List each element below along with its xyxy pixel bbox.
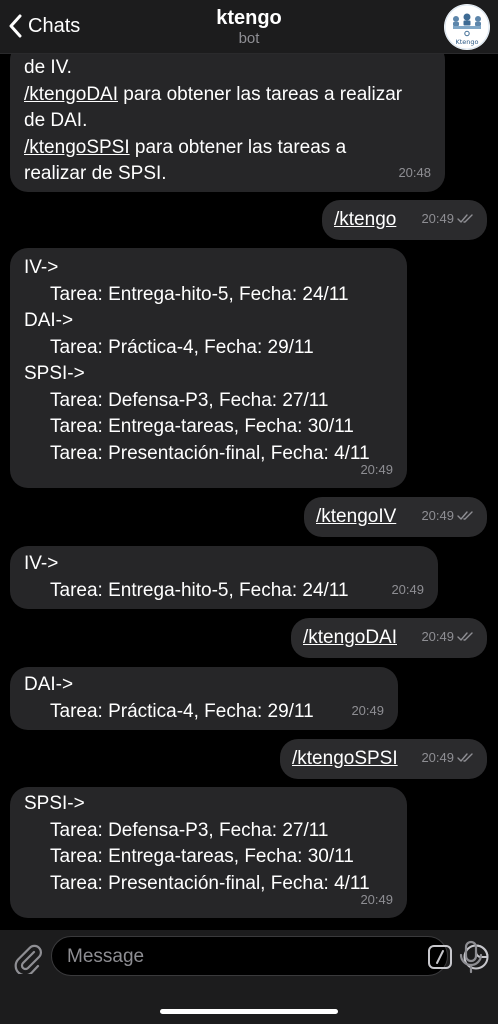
- message-line: IV->: [24, 553, 59, 574]
- avatar-text: Ktengo: [455, 38, 478, 46]
- attach-icon[interactable]: [12, 942, 42, 974]
- command-link[interactable]: /ktengoDAI: [303, 625, 397, 652]
- bot-logo: Ktengo: [444, 4, 490, 50]
- message-line: Tarea: Defensa-P3, Fecha: 27/11: [50, 389, 329, 411]
- message-line: IV->: [24, 257, 59, 278]
- message-bubble-incoming: IV-> Tarea: Entrega-hito-5, Fecha: 24/11…: [10, 248, 407, 488]
- message-line: realizar de SPSI.: [24, 163, 167, 184]
- message-placeholder: Message: [67, 946, 145, 967]
- message-line: DAI->: [24, 310, 74, 331]
- message-line: Tarea: Entrega-tareas, Fecha: 30/11: [50, 416, 354, 437]
- message-input[interactable]: Message: [51, 936, 489, 976]
- command-link[interactable]: /ktengoSPSI: [292, 746, 398, 773]
- command-link[interactable]: /ktengoIV: [316, 504, 396, 531]
- message-line: Tarea: Entrega-tareas, Fecha: 30/11: [50, 846, 354, 867]
- bot-command-icon[interactable]: [427, 944, 453, 970]
- message-bubble-incoming: DAI-> Tarea: Práctica-4, Fecha: 29/11 20…: [10, 667, 398, 730]
- message-time: 20:49: [351, 702, 384, 718]
- message-time: 20:49: [421, 745, 475, 772]
- read-ticks-icon: [457, 632, 473, 641]
- message-time: 20:49: [391, 581, 424, 597]
- command-link[interactable]: /ktengoDAI: [24, 84, 118, 105]
- message-bubble-incoming: SPSI-> Tarea: Defensa-P3, Fecha: 27/11 T…: [10, 787, 407, 918]
- message-line: Tarea: Práctica-4, Fecha: 29/11: [50, 336, 314, 358]
- message-line: SPSI->: [24, 363, 85, 384]
- composer-bar: Message: [0, 930, 498, 1024]
- message-line: Tarea: Presentación-final, Fecha: 4/11: [50, 872, 370, 894]
- chat-title: ktengo: [216, 7, 282, 29]
- message-line: Tarea: Presentación-final, Fecha: 4/11: [50, 442, 370, 464]
- message-bubble-outgoing: /ktengo 20:49: [322, 200, 487, 240]
- message-time: 20:48: [398, 164, 431, 180]
- command-link[interactable]: /ktengo: [334, 207, 396, 234]
- chat-subtitle: bot: [238, 30, 260, 47]
- command-link[interactable]: /ktengoSPSI: [24, 137, 130, 158]
- chat-title-block[interactable]: ktengo bot: [0, 6, 498, 48]
- message-line: Tarea: Entrega-hito-5, Fecha: 24/11: [50, 283, 349, 305]
- message-time: 20:49: [421, 624, 475, 651]
- read-ticks-icon: [457, 511, 473, 520]
- message-line: Tarea: Práctica-4, Fecha: 29/11: [50, 700, 314, 722]
- message-bubble-outgoing: /ktengoDAI 20:49: [291, 618, 487, 658]
- home-indicator: [160, 1009, 338, 1014]
- message-line: /ktengoSPSI para obtener las tareas a: [24, 136, 347, 158]
- message-bubble-outgoing: /ktengoSPSI 20:49: [280, 739, 487, 779]
- message-time: 20:49: [360, 891, 393, 907]
- message-bubble-incoming: de IV. /ktengoDAI para obtener las tarea…: [10, 54, 445, 192]
- message-list[interactable]: de IV. /ktengoDAI para obtener las tarea…: [0, 54, 498, 930]
- message-line: /ktengoDAI para obtener las tareas a rea…: [24, 83, 403, 105]
- read-ticks-icon: [457, 214, 473, 223]
- chat-header: Chats ktengo bot Ktengo: [0, 0, 498, 54]
- message-line: Tarea: Defensa-P3, Fecha: 27/11: [50, 819, 329, 841]
- message-line: de IV.: [24, 57, 72, 78]
- message-line: Tarea: Entrega-hito-5, Fecha: 24/11: [50, 579, 349, 601]
- message-bubble-outgoing: /ktengoIV 20:49: [304, 497, 487, 537]
- message-time: 20:49: [421, 206, 475, 233]
- microphone-icon[interactable]: [458, 940, 484, 974]
- message-line: SPSI->: [24, 793, 85, 814]
- message-time: 20:49: [360, 461, 393, 477]
- message-time: 20:49: [421, 503, 475, 530]
- message-line: de DAI.: [24, 110, 88, 131]
- message-bubble-incoming: IV-> Tarea: Entrega-hito-5, Fecha: 24/11…: [10, 546, 438, 609]
- avatar[interactable]: Ktengo: [444, 4, 490, 50]
- message-line: DAI->: [24, 674, 74, 695]
- read-ticks-icon: [457, 753, 473, 762]
